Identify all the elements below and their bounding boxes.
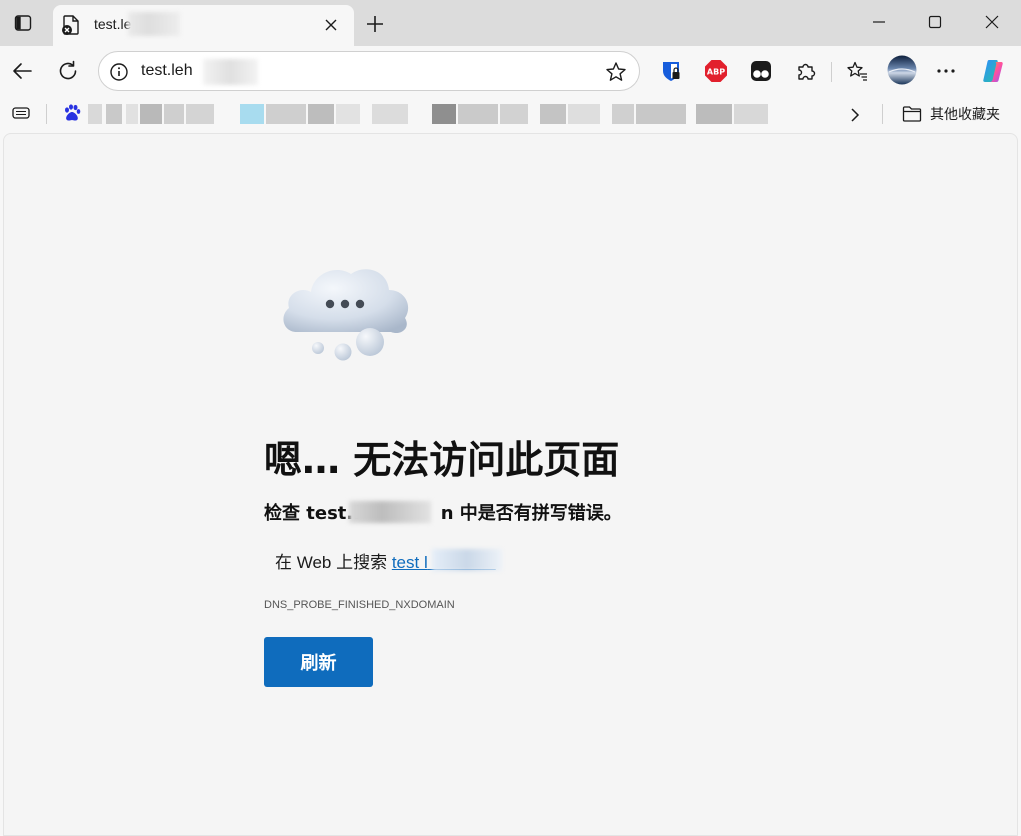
profile-avatar: [887, 55, 917, 85]
other-favorites-folder[interactable]: 其他收藏夹: [902, 103, 1000, 125]
folder-icon: [902, 106, 922, 122]
toolbar-divider: [831, 62, 832, 82]
tampermonkey-icon: [751, 61, 771, 81]
tab-groups-icon: [12, 107, 30, 119]
adblock-plus-button[interactable]: ABP: [701, 56, 731, 86]
error-title: 嗯… 无法访问此页面: [264, 438, 620, 482]
minimize-icon: [873, 21, 885, 23]
tab-close-button[interactable]: [320, 14, 342, 36]
redacted-text: [88, 104, 102, 124]
redacted-text: [696, 104, 732, 124]
copilot-button[interactable]: [978, 56, 1008, 86]
favorites-divider: [882, 104, 883, 124]
bitwarden-icon: [663, 62, 680, 81]
tab-title: test.le: [94, 16, 132, 32]
redacted-text: [734, 104, 768, 124]
close-icon: [325, 19, 337, 31]
redacted-text: [372, 104, 408, 124]
back-button[interactable]: [7, 56, 37, 86]
tab-groups-button[interactable]: [8, 100, 34, 126]
refresh-button[interactable]: 刷新: [264, 637, 373, 687]
redacted-text: [349, 501, 431, 523]
adblock-label: ABP: [707, 68, 725, 77]
redacted-text: [240, 104, 264, 124]
favorites-icon: [847, 61, 867, 81]
bitwarden-button[interactable]: [656, 56, 686, 86]
profile-button[interactable]: [886, 54, 918, 86]
redacted-text: [186, 104, 214, 124]
address-bar[interactable]: test.leh: [98, 51, 640, 91]
star-icon: [606, 62, 626, 81]
search-suggestion-prefix: 在 Web 上搜索: [275, 553, 392, 572]
add-favorite-button[interactable]: [604, 60, 628, 84]
minimize-button[interactable]: [864, 8, 894, 36]
redacted-text: [458, 104, 498, 124]
maximize-icon: [928, 15, 942, 29]
info-icon: [110, 63, 128, 81]
tab-strip: test.le: [0, 0, 1021, 46]
error-subtitle: 检查 test.lxxxxxxxn 中是否有拼写错误。: [264, 499, 622, 525]
extensions-button[interactable]: [791, 56, 821, 86]
redacted-text: [612, 104, 634, 124]
redacted-text: [164, 104, 184, 124]
url-text[interactable]: test.leh: [141, 62, 193, 80]
new-tab-button[interactable]: [361, 10, 389, 38]
redacted-text: [500, 104, 528, 124]
redacted-text: [203, 59, 258, 85]
error-code: DNS_PROBE_FINISHED_NXDOMAIN: [264, 599, 455, 611]
other-favorites-label: 其他收藏夹: [930, 106, 1000, 122]
browser-toolbar: test.leh ABP: [0, 46, 1021, 96]
copilot-icon: [983, 60, 1003, 82]
redacted-text: [336, 104, 360, 124]
window-close-button[interactable]: [977, 8, 1007, 36]
chevron-right-icon: [851, 108, 860, 122]
tampermonkey-button[interactable]: [746, 56, 776, 86]
redacted-text: [568, 104, 600, 124]
redacted-text: [126, 104, 138, 124]
more-icon: [937, 69, 955, 73]
refresh-icon: [59, 60, 77, 80]
redacted-text: [106, 104, 122, 124]
page-error-icon: [62, 15, 79, 35]
redacted-text: [432, 549, 502, 571]
reload-button[interactable]: [53, 56, 83, 86]
favorites-divider: [46, 104, 47, 124]
redacted-text: [266, 104, 306, 124]
redacted-text: [140, 104, 162, 124]
favorites-bar: 其他收藏夹: [0, 96, 1021, 132]
settings-and-more-button[interactable]: [931, 56, 961, 86]
tab-actions-icon: [14, 15, 32, 31]
subtitle-suffix: 中是否有拼写错误。: [453, 503, 622, 524]
redacted-text: [540, 104, 566, 124]
active-tab[interactable]: test.le: [53, 5, 354, 46]
subtitle-prefix: 检查 test.l: [264, 503, 360, 524]
cloud-error-icon: [283, 269, 409, 361]
baidu-icon: [65, 104, 81, 121]
redacted-text: [308, 104, 334, 124]
redacted-text: [128, 12, 180, 36]
search-web-link-label: test l: [391, 553, 428, 572]
error-page: 嗯… 无法访问此页面 检查 test.lxxxxxxxn 中是否有拼写错误。 在…: [3, 133, 1018, 836]
redacted-text: [636, 104, 686, 124]
tab-actions-button[interactable]: [9, 9, 37, 37]
site-info-button[interactable]: [108, 61, 130, 83]
close-icon: [985, 15, 999, 29]
back-icon: [13, 63, 32, 79]
baidu-favorite[interactable]: [60, 101, 84, 125]
adblock-plus-icon: ABP: [705, 60, 727, 82]
favorites-button[interactable]: [842, 56, 872, 86]
plus-icon: [367, 16, 383, 32]
subtitle-mid: n: [440, 503, 454, 524]
maximize-button[interactable]: [920, 8, 950, 36]
extensions-icon: [798, 63, 816, 80]
more-favorites-button[interactable]: [844, 104, 866, 126]
redacted-text: [432, 104, 456, 124]
